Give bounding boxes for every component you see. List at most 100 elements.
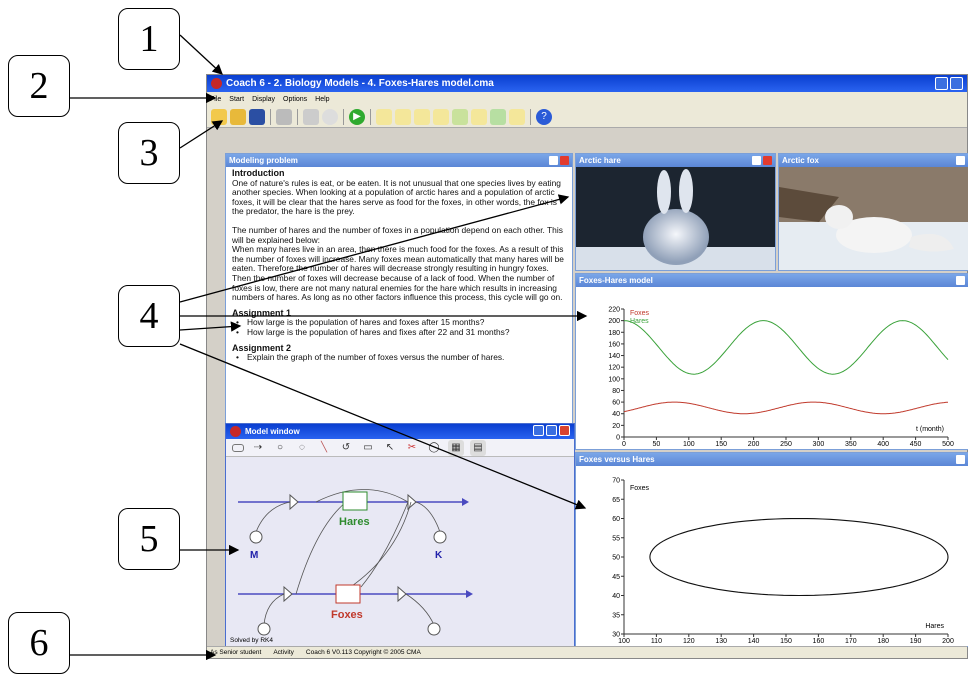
status-user: As Senior student	[210, 649, 262, 656]
loop-tool-icon[interactable]: ↺	[338, 440, 354, 456]
save-icon[interactable]	[249, 108, 265, 125]
constant-tool-icon[interactable]: ◌	[294, 440, 310, 456]
window-icon-4[interactable]	[433, 108, 449, 125]
panel-menu-button[interactable]	[956, 156, 965, 165]
y-axis-label: Foxes	[630, 485, 650, 492]
x-tick-label: 50	[653, 441, 661, 448]
window-icon-8[interactable]	[509, 108, 525, 125]
x-tick-label: 140	[748, 638, 760, 645]
window-icon-6[interactable]	[471, 108, 487, 125]
solver-label: Solved by RK4	[230, 637, 273, 644]
foxes-hares-line-chart: 0 20 40 60 80 100 120 140 160 180 200 220 0 50 100 150 2…	[608, 307, 954, 449]
pointer-tool-icon[interactable]: ↖	[382, 440, 398, 456]
y-tick-label: 60	[612, 400, 620, 407]
x-axis-label: t (month)	[916, 426, 944, 433]
panel-title: Modeling problem	[229, 156, 298, 165]
d-constant	[427, 622, 441, 636]
status-mode: Activity	[273, 649, 294, 656]
menu-display[interactable]: Display	[252, 96, 275, 103]
menu-file[interactable]: File	[210, 96, 221, 103]
phase-curve	[649, 517, 949, 597]
minimize-button[interactable]	[533, 425, 544, 436]
x-tick-label: 130	[715, 638, 727, 645]
graph-tool-icon[interactable]: ▦	[448, 439, 464, 456]
print-icon[interactable]	[276, 108, 292, 125]
auxiliary-tool-icon[interactable]: ○	[272, 440, 288, 456]
x-tick-label: 250	[780, 441, 792, 448]
y-tick-label: 65	[612, 497, 620, 504]
stock-tool-icon[interactable]	[232, 443, 244, 452]
new-activity-icon[interactable]	[211, 108, 227, 125]
close-icon[interactable]	[560, 156, 569, 165]
y-tick-label: 60	[612, 516, 620, 523]
y-tick-label: 40	[612, 593, 620, 600]
window-icon-2[interactable]	[395, 108, 411, 125]
window-icon-7[interactable]	[490, 108, 506, 125]
panel-menu-button[interactable]	[956, 455, 965, 464]
y-tick-label: 50	[612, 555, 620, 562]
x-tick-label: 0	[622, 441, 626, 448]
window-icon-1[interactable]	[376, 108, 392, 125]
menu-help[interactable]: Help	[315, 96, 329, 103]
y-tick-label: 220	[608, 307, 620, 314]
maximize-button[interactable]	[950, 77, 963, 90]
y-tick-label: 140	[608, 353, 620, 360]
intro-paragraph-3: When many hares live in an area, then th…	[232, 244, 564, 303]
settings-icon[interactable]	[303, 108, 319, 125]
arctic-hare-panel: Arctic hare	[575, 153, 776, 271]
flow-tool-icon[interactable]: ⇢	[250, 440, 266, 456]
x-tick-label: 160	[813, 638, 825, 645]
series-line-hares	[623, 320, 949, 375]
k-constant	[433, 530, 447, 544]
comment-tool-icon[interactable]: ◯	[426, 440, 442, 456]
window-icon-3[interactable]	[414, 108, 430, 125]
run-button[interactable]: ▶	[349, 108, 365, 125]
model-diagram: Hares Foxes M K G D	[238, 489, 473, 647]
connector-tool-icon[interactable]: ╲	[316, 440, 332, 456]
menu-start[interactable]: Start	[229, 96, 244, 103]
y-tick-label: 100	[608, 376, 620, 383]
foxes-versus-hares-chart-panel: Foxes versus Hares 30 35 40 45 50 55 60 65 70 100…	[575, 452, 968, 647]
hares-label: Hares	[339, 516, 370, 528]
y-tick-label: 180	[608, 330, 620, 337]
maximize-button[interactable]	[546, 425, 557, 436]
m-constant	[249, 530, 263, 544]
y-tick-label: 45	[612, 574, 620, 581]
window-title: Coach 6 - 2. Biology Models - 4. Foxes-H…	[226, 78, 494, 89]
panel-menu-button[interactable]	[549, 156, 558, 165]
menu-options[interactable]: Options	[283, 96, 307, 103]
x-tick-label: 100	[683, 441, 695, 448]
x-tick-label: 180	[877, 638, 889, 645]
callout-6: 6	[8, 612, 70, 674]
minimize-button[interactable]	[935, 77, 948, 90]
help-icon[interactable]: ?	[536, 108, 552, 125]
x-tick-label: 200	[748, 441, 760, 448]
close-icon[interactable]	[559, 425, 570, 436]
panel-title: Foxes versus Hares	[579, 455, 655, 464]
x-tick-label: 400	[877, 441, 889, 448]
x-tick-label: 500	[942, 441, 954, 448]
window-icon-5[interactable]	[452, 108, 468, 125]
close-icon[interactable]	[763, 156, 772, 165]
panel-menu-button[interactable]	[956, 276, 965, 285]
status-copyright: Coach 6 V0.113 Copyright © 2005 CMA	[305, 649, 421, 656]
m-label: M	[250, 550, 258, 561]
series-line-foxes	[623, 401, 949, 415]
y-tick-label: 55	[612, 535, 620, 542]
stopwatch-icon[interactable]	[322, 108, 338, 125]
x-tick-label: 150	[715, 441, 727, 448]
x-tick-label: 200	[942, 638, 954, 645]
callout-3: 3	[118, 122, 180, 184]
foxes-hares-chart-panel: Foxes-Hares model 0 20 40 60 80 100 120 140 160 1…	[575, 273, 968, 450]
coach-window: Coach 6 - 2. Biology Models - 4. Foxes-H…	[206, 74, 968, 659]
panel-menu-button[interactable]	[752, 156, 761, 165]
x-tick-label: 170	[845, 638, 857, 645]
y-tick-label: 40	[612, 411, 620, 418]
x-tick-label: 300	[813, 441, 825, 448]
foxes-versus-hares-phase-chart: 303540455055606570100 110 120 130 140 150 160 1…	[612, 478, 954, 646]
open-icon[interactable]	[230, 108, 246, 125]
y-tick-label: 35	[612, 612, 620, 619]
rectangle-tool-icon[interactable]: ▭	[360, 440, 376, 456]
delete-tool-icon[interactable]: ✂	[404, 440, 420, 456]
table-tool-icon[interactable]: ▤	[470, 439, 486, 456]
